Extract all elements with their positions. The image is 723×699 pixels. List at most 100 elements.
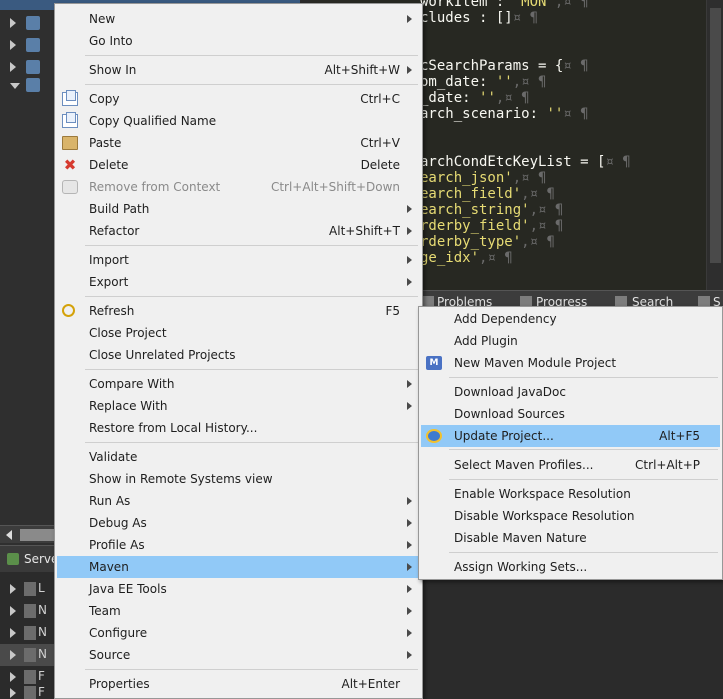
tree-item[interactable] (0, 74, 55, 96)
server-row[interactable]: F (0, 682, 55, 699)
menu-item-label: Run As (89, 494, 131, 508)
menu-item-run-as[interactable]: Run As (57, 490, 420, 512)
menu-item-label: Close Unrelated Projects (89, 348, 236, 362)
servers-view: Serve L N N N F F (0, 545, 58, 699)
menu-item-shortcut: Ctrl+Alt+P (635, 458, 700, 472)
menu-item-shortcut: Alt+F5 (659, 429, 700, 443)
menu-item-delete[interactable]: ✖ Delete Delete (57, 154, 420, 176)
menu-item-go-into[interactable]: Go Into (57, 30, 420, 52)
menu-separator (85, 296, 418, 297)
menu-item-build-path[interactable]: Build Path (57, 198, 420, 220)
server-row[interactable]: N (0, 622, 55, 644)
expand-arrow-icon[interactable] (10, 18, 16, 28)
menu-item-download-sources[interactable]: Download Sources (421, 403, 720, 425)
menu-item-new-maven-module-project[interactable]: M New Maven Module Project (421, 352, 720, 374)
menu-item-label: Close Project (89, 326, 167, 340)
menu-item-paste[interactable]: Paste Ctrl+V (57, 132, 420, 154)
menu-item-shortcut: Delete (360, 158, 400, 172)
tree-horizontal-scrollbar[interactable] (0, 525, 55, 543)
submenu-arrow-icon (407, 278, 412, 286)
servers-tab[interactable]: Serve (0, 546, 58, 572)
expand-arrow-icon[interactable] (10, 628, 16, 638)
menu-item-java-ee-tools[interactable]: Java EE Tools (57, 578, 420, 600)
server-row[interactable]: N (0, 644, 55, 666)
menu-separator (85, 55, 418, 56)
menu-item-label: Replace With (89, 399, 168, 413)
project-icon (26, 16, 40, 30)
code-line: earch_json',¤ ¶ (420, 170, 547, 186)
menu-item-configure[interactable]: Configure (57, 622, 420, 644)
menu-item-close-unrelated-projects[interactable]: Close Unrelated Projects (57, 344, 420, 366)
menu-item-source[interactable]: Source (57, 644, 420, 666)
collapse-arrow-icon[interactable] (10, 83, 20, 89)
menu-item-label: Paste (89, 136, 122, 150)
menu-item-label: Update Project... (454, 429, 554, 443)
menu-item-copy-qualified-name[interactable]: Copy Qualified Name (57, 110, 420, 132)
scrollbar-thumb[interactable] (710, 8, 721, 263)
menu-item-download-javadoc[interactable]: Download JavaDoc (421, 381, 720, 403)
menu-item-show-in[interactable]: Show In Alt+Shift+W (57, 59, 420, 81)
menu-item-restore-from-local-history[interactable]: Restore from Local History... (57, 417, 420, 439)
menu-item-label: New (89, 12, 116, 26)
menu-item-team[interactable]: Team (57, 600, 420, 622)
project-context-menu: New Go Into Show In Alt+Shift+W Copy Ctrl+C Co… (54, 3, 423, 699)
menu-separator (85, 442, 418, 443)
menu-item-refactor[interactable]: Refactor Alt+Shift+T (57, 220, 420, 242)
menu-item-remove-from-context[interactable]: Remove from Context Ctrl+Alt+Shift+Down (57, 176, 420, 198)
code-line: arch_scenario: ''¤ ¶ (420, 106, 589, 122)
menu-item-assign-working-sets[interactable]: Assign Working Sets... (421, 556, 720, 578)
server-row[interactable]: N (0, 600, 55, 622)
menu-item-maven[interactable]: Maven (57, 556, 420, 578)
menu-item-enable-workspace-resolution[interactable]: Enable Workspace Resolution (421, 483, 720, 505)
scroll-left-icon[interactable] (6, 530, 12, 540)
menu-item-select-maven-profiles[interactable]: Select Maven Profiles... Ctrl+Alt+P (421, 454, 720, 476)
code-line: rderby_type',¤ ¶ (420, 234, 555, 250)
expand-arrow-icon[interactable] (10, 584, 16, 594)
menu-item-update-project[interactable]: Update Project... Alt+F5 (421, 425, 720, 447)
expand-arrow-icon[interactable] (10, 40, 16, 50)
menu-item-label: Refactor (89, 224, 140, 238)
scrollbar-thumb[interactable] (20, 529, 54, 541)
menu-item-add-dependency[interactable]: Add Dependency (421, 308, 720, 330)
menu-item-label: Refresh (89, 304, 135, 318)
menu-item-add-plugin[interactable]: Add Plugin (421, 330, 720, 352)
tree-item[interactable] (0, 34, 55, 56)
expand-arrow-icon[interactable] (10, 650, 16, 660)
menu-separator (85, 84, 418, 85)
project-icon (26, 78, 40, 92)
menu-item-label: Enable Workspace Resolution (454, 487, 631, 501)
menu-item-disable-workspace-resolution[interactable]: Disable Workspace Resolution (421, 505, 720, 527)
project-explorer-tree (0, 0, 300, 545)
menu-item-copy[interactable]: Copy Ctrl+C (57, 88, 420, 110)
expand-arrow-icon[interactable] (10, 688, 16, 698)
menu-item-disable-maven-nature[interactable]: Disable Maven Nature (421, 527, 720, 549)
menu-item-label: Team (89, 604, 121, 618)
tree-item[interactable] (0, 12, 55, 34)
menu-item-label: Download Sources (454, 407, 565, 421)
menu-item-new[interactable]: New (57, 8, 420, 30)
menu-item-compare-with[interactable]: Compare With (57, 373, 420, 395)
menu-item-import[interactable]: Import (57, 249, 420, 271)
menu-item-debug-as[interactable]: Debug As (57, 512, 420, 534)
server-icon (24, 648, 36, 662)
expand-arrow-icon[interactable] (10, 62, 16, 72)
menu-item-label: Restore from Local History... (89, 421, 258, 435)
expand-arrow-icon[interactable] (10, 672, 16, 682)
submenu-arrow-icon (407, 402, 412, 410)
menu-item-replace-with[interactable]: Replace With (57, 395, 420, 417)
menu-item-label: Show in Remote Systems view (89, 472, 273, 486)
code-line: _date: '',¤ ¶ (420, 90, 530, 106)
server-row[interactable]: L (0, 578, 55, 600)
menu-item-validate[interactable]: Validate (57, 446, 420, 468)
menu-item-shortcut: Alt+Enter (341, 677, 400, 691)
menu-item-show-in-remote-systems-view[interactable]: Show in Remote Systems view (57, 468, 420, 490)
menu-item-profile-as[interactable]: Profile As (57, 534, 420, 556)
menu-item-properties[interactable]: Properties Alt+Enter (57, 673, 420, 695)
menu-item-export[interactable]: Export (57, 271, 420, 293)
menu-item-shortcut: F5 (385, 304, 400, 318)
menu-item-label: Assign Working Sets... (454, 560, 588, 574)
editor-vertical-scrollbar[interactable] (706, 0, 723, 290)
menu-item-close-project[interactable]: Close Project (57, 322, 420, 344)
menu-item-refresh[interactable]: Refresh F5 (57, 300, 420, 322)
expand-arrow-icon[interactable] (10, 606, 16, 616)
